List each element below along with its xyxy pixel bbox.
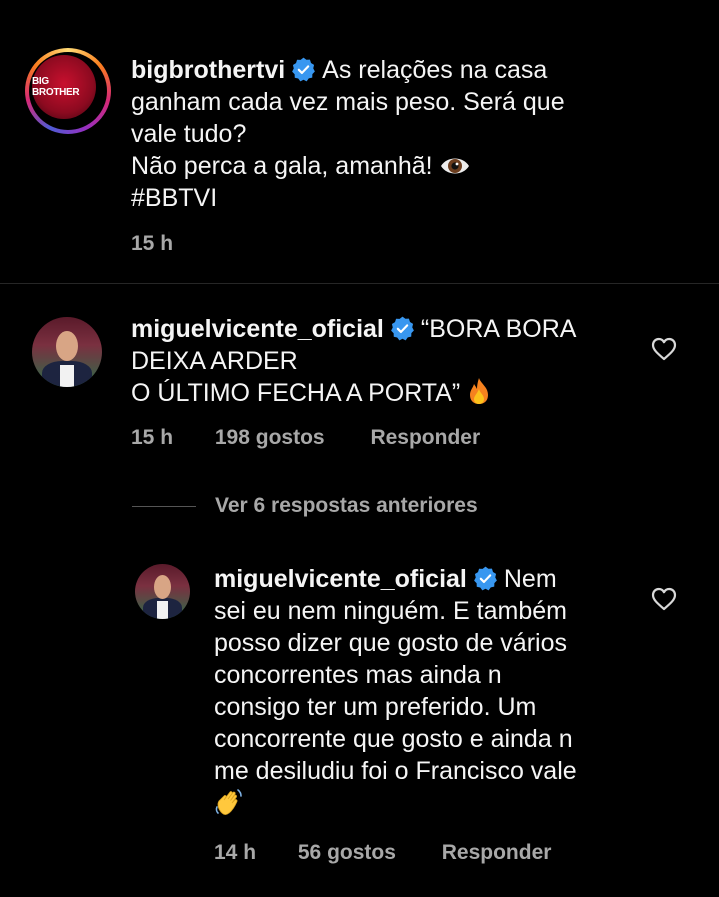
reply-time: 14 h xyxy=(214,841,257,864)
reply-text: miguelvicente_oficial Nem sei eu nem ning… xyxy=(214,563,654,821)
comment-reply-button[interactable]: Responder xyxy=(370,426,480,449)
reply-line-5: consigo ter um preferido. Um xyxy=(214,693,537,721)
comment-line-2: DEIXA ARDER xyxy=(131,347,298,375)
verified-badge-icon xyxy=(391,316,414,341)
reply-line-7: me desiludiu foi o Francisco vale xyxy=(214,757,577,785)
reply-likes[interactable]: 56 gostos xyxy=(298,841,396,864)
reply-reply-button[interactable]: Responder xyxy=(442,841,552,864)
eye-emoji-icon xyxy=(440,158,469,174)
caption-line-2: ganham cada vez mais peso. Será que xyxy=(131,88,565,116)
heart-outline-icon[interactable] xyxy=(651,337,677,361)
comment-meta: 15 h 198 gostos Responder xyxy=(131,426,516,450)
comment-line-3: O ÚLTIMO FECHA A PORTA” xyxy=(131,379,461,407)
divider xyxy=(0,283,719,284)
reply-username[interactable]: miguelvicente_oficial xyxy=(214,565,467,593)
reply-line-2: sei eu nem ninguém. E também xyxy=(214,597,567,625)
verified-badge-icon xyxy=(292,57,316,82)
miguelvicente-avatar[interactable] xyxy=(32,317,102,387)
caption-line-3: vale tudo? xyxy=(131,120,247,148)
post-caption: BIG BROTHER bigbrothertvi As relações na … xyxy=(0,0,719,283)
caption-username[interactable]: bigbrothertvi xyxy=(131,56,285,84)
comment-username[interactable]: miguelvicente_oficial xyxy=(131,315,384,343)
reply-line-3: posso dizer que gosto de vários xyxy=(214,629,567,657)
caption-line-1: As relações na casa xyxy=(322,56,548,84)
caption-text: bigbrothertvi As relações na casa ganham … xyxy=(131,54,691,214)
bigbrother-logo: BIG BROTHER xyxy=(32,55,96,119)
reply-meta: 14 h 56 gostos Responder xyxy=(214,841,587,865)
verified-badge-icon xyxy=(474,566,497,591)
reply-line-1: Nem xyxy=(503,565,557,593)
miguelvicente-reply-avatar[interactable] xyxy=(135,564,190,619)
waving-hand-emoji-icon xyxy=(215,789,242,815)
heart-outline-icon[interactable] xyxy=(651,587,677,611)
caption-time: 15 h xyxy=(131,232,174,255)
reply-line-6: concorrente que gosto e ainda n xyxy=(214,725,573,753)
comment-likes[interactable]: 198 gostos xyxy=(215,426,325,449)
caption-meta: 15 h xyxy=(131,232,209,256)
comment-text: miguelvicente_oficial “BORA BORA DEIXA AR… xyxy=(131,313,651,409)
caption-hashtag[interactable]: #BBTVI xyxy=(131,182,691,214)
replies-line xyxy=(132,506,196,507)
bigbrother-avatar[interactable]: BIG BROTHER xyxy=(25,48,111,134)
fire-emoji-icon xyxy=(470,378,489,404)
comment-time: 15 h xyxy=(131,426,174,449)
caption-line-4: Não perca a gala, amanhã! xyxy=(131,152,433,180)
reply-line-4: concorrentes mas ainda n xyxy=(214,661,502,689)
comment-line-1: “BORA BORA xyxy=(420,315,577,343)
view-previous-replies-button[interactable]: Ver 6 respostas anteriores xyxy=(215,494,478,518)
